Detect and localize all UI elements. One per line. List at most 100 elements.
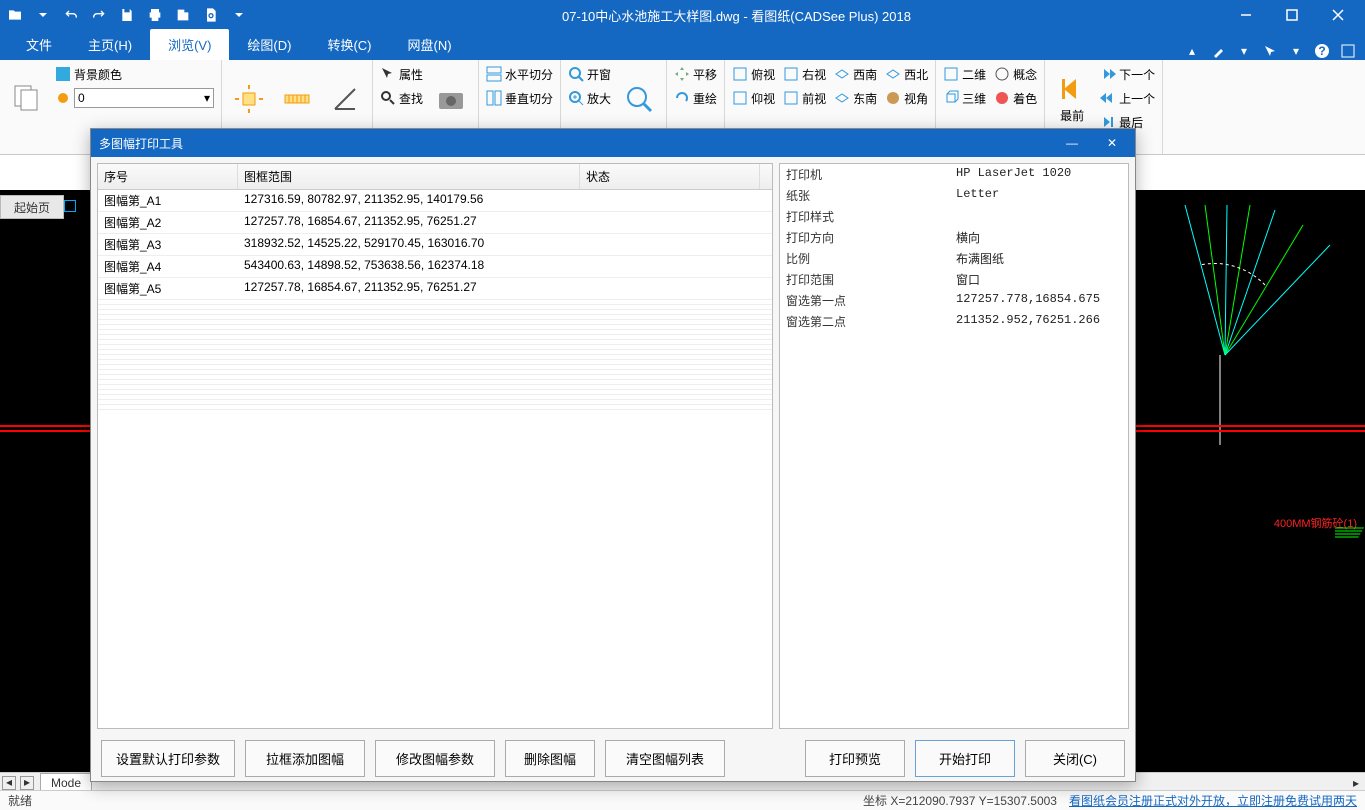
- zoom-button[interactable]: 放大: [565, 86, 614, 110]
- collapse-ribbon-icon[interactable]: ▴: [1183, 42, 1201, 60]
- close-dialog-button[interactable]: 关闭(C): [1025, 740, 1125, 777]
- open-file-icon[interactable]: [4, 4, 26, 26]
- bottomview-button[interactable]: 仰视: [729, 86, 778, 110]
- status-promo-link[interactable]: 看图纸会员注册正式对外开放，立即注册免费试用两天: [1069, 792, 1357, 809]
- maximize-button[interactable]: [1269, 0, 1315, 30]
- qat-dropdown-icon[interactable]: [228, 4, 250, 26]
- table-row[interactable]: 图幅第_A5127257.78, 16854.67, 211352.95, 76…: [98, 278, 772, 300]
- table-row[interactable]: [98, 405, 772, 410]
- set-default-button[interactable]: 设置默认打印参数: [101, 740, 235, 777]
- minimize-button[interactable]: [1223, 0, 1269, 30]
- shade-button[interactable]: 着色: [991, 86, 1040, 110]
- extents-button[interactable]: [226, 62, 272, 136]
- find-button[interactable]: 查找: [377, 86, 426, 110]
- prop-val: 布满图纸: [956, 250, 1122, 267]
- print-preview-button[interactable]: 打印预览: [805, 740, 905, 777]
- nw-button[interactable]: 西北: [882, 62, 931, 86]
- menu-convert[interactable]: 转换(C): [309, 29, 389, 60]
- prop-row[interactable]: 比例布满图纸: [780, 248, 1128, 269]
- table-row[interactable]: 图幅第_A3318932.52, 14525.22, 529170.45, 16…: [98, 234, 772, 256]
- menu-home[interactable]: 主页(H): [70, 29, 150, 60]
- se-button[interactable]: 东南: [831, 86, 880, 110]
- menu-view[interactable]: 浏览(V): [150, 29, 229, 60]
- prop-row[interactable]: 打印机HP LaserJet 1020: [780, 164, 1128, 185]
- doc-tab-start[interactable]: 起始页: [0, 195, 64, 219]
- table-row[interactable]: 图幅第_A2127257.78, 16854.67, 211352.95, 76…: [98, 212, 772, 234]
- redraw-button[interactable]: 重绘: [671, 86, 720, 110]
- prev-button[interactable]: 上一个: [1097, 86, 1158, 110]
- prop-key: 打印样式: [786, 208, 956, 225]
- sw-button[interactable]: 西南: [831, 62, 880, 86]
- prop-row[interactable]: 窗选第二点211352.952,76251.266: [780, 311, 1128, 332]
- dialog-titlebar[interactable]: 多图幅打印工具 — ✕: [91, 129, 1135, 157]
- cursor-icon[interactable]: [1261, 42, 1279, 60]
- menu-cloud[interactable]: 网盘(N): [390, 29, 470, 60]
- layer-button[interactable]: [4, 62, 50, 133]
- add-frame-button[interactable]: 拉框添加图幅: [245, 740, 365, 777]
- toggle-panel-icon[interactable]: [64, 200, 76, 212]
- hsplit-button[interactable]: 水平切分: [483, 62, 556, 86]
- zoom-extents-button[interactable]: [616, 62, 662, 136]
- prop-row[interactable]: 打印范围窗口: [780, 269, 1128, 290]
- vsplit-button[interactable]: 垂直切分: [483, 86, 556, 110]
- tool-icon[interactable]: [1209, 42, 1227, 60]
- drop2-icon[interactable]: ▾: [1287, 42, 1305, 60]
- properties-button[interactable]: 属性: [377, 62, 426, 86]
- th-state[interactable]: 状态: [580, 164, 760, 189]
- drop-icon[interactable]: ▾: [1235, 42, 1253, 60]
- clear-frames-button[interactable]: 清空图幅列表: [605, 740, 725, 777]
- cell-range: 543400.63, 14898.52, 753638.56, 162374.1…: [238, 256, 580, 277]
- menu-file[interactable]: 文件: [8, 29, 70, 60]
- hsplit-label: 水平切分: [505, 66, 553, 83]
- export-icon[interactable]: [172, 4, 194, 26]
- cell-range: 127257.78, 16854.67, 211352.95, 76251.27: [238, 278, 580, 299]
- rightview-button[interactable]: 右视: [780, 62, 829, 86]
- start-print-button[interactable]: 开始打印: [915, 740, 1015, 777]
- th-no[interactable]: 序号: [98, 164, 238, 189]
- svg-text:?: ?: [1318, 44, 1325, 58]
- prop-row[interactable]: 打印方向横向: [780, 227, 1128, 248]
- frame-list-table[interactable]: 序号 图框范围 状态 图幅第_A1127316.59, 80782.97, 21…: [97, 163, 773, 729]
- prop-key: 比例: [786, 250, 956, 267]
- exit-icon[interactable]: [1339, 42, 1357, 60]
- prop-row[interactable]: 窗选第一点127257.778,16854.675: [780, 290, 1128, 311]
- frontview-button[interactable]: 前视: [780, 86, 829, 110]
- dialog-close-button[interactable]: ✕: [1097, 136, 1127, 150]
- search-doc-icon[interactable]: [200, 4, 222, 26]
- angle-button[interactable]: [322, 62, 368, 136]
- viewangle-button[interactable]: 视角: [882, 86, 931, 110]
- 3d-button[interactable]: 三维: [940, 86, 989, 110]
- prop-row[interactable]: 纸张Letter: [780, 185, 1128, 206]
- redo-icon[interactable]: [88, 4, 110, 26]
- concept-label: 概念: [1013, 66, 1037, 83]
- print-icon[interactable]: [144, 4, 166, 26]
- hscroll-right-icon[interactable]: ▸: [1353, 776, 1365, 790]
- scroll-left-icon[interactable]: ◂: [2, 776, 16, 790]
- table-row[interactable]: 图幅第_A1127316.59, 80782.97, 211352.95, 14…: [98, 190, 772, 212]
- dialog-minimize-button[interactable]: —: [1057, 136, 1087, 150]
- delete-frame-button[interactable]: 删除图幅: [505, 740, 595, 777]
- close-button[interactable]: [1315, 0, 1361, 30]
- scroll-right-icon[interactable]: ▸: [20, 776, 34, 790]
- layer-dropdown[interactable]: 0▾: [52, 86, 217, 110]
- table-row[interactable]: 图幅第_A4543400.63, 14898.52, 753638.56, 16…: [98, 256, 772, 278]
- pan-button[interactable]: 平移: [671, 62, 720, 86]
- status-bar: 就绪 坐标 X=212090.7937 Y=15307.5003 看图纸会员注册…: [0, 790, 1365, 810]
- first-button[interactable]: 最前: [1049, 62, 1095, 134]
- undo-icon[interactable]: [60, 4, 82, 26]
- topview-button[interactable]: 俯视: [729, 62, 778, 86]
- 2d-button[interactable]: 二维: [940, 62, 989, 86]
- next-button[interactable]: 下一个: [1097, 62, 1158, 86]
- save-icon[interactable]: [116, 4, 138, 26]
- newwin-button[interactable]: 开窗: [565, 62, 614, 86]
- prop-row[interactable]: 打印样式: [780, 206, 1128, 227]
- th-range[interactable]: 图框范围: [238, 164, 580, 189]
- menu-draw[interactable]: 绘图(D): [229, 29, 309, 60]
- help-icon[interactable]: ?: [1313, 42, 1331, 60]
- measure-button[interactable]: [274, 62, 320, 136]
- concept-button[interactable]: 概念: [991, 62, 1040, 86]
- bgcolor-button[interactable]: 背景颜色: [52, 62, 217, 86]
- modify-frame-button[interactable]: 修改图幅参数: [375, 740, 495, 777]
- camera-button[interactable]: [428, 62, 474, 136]
- dropdown-icon[interactable]: [32, 4, 54, 26]
